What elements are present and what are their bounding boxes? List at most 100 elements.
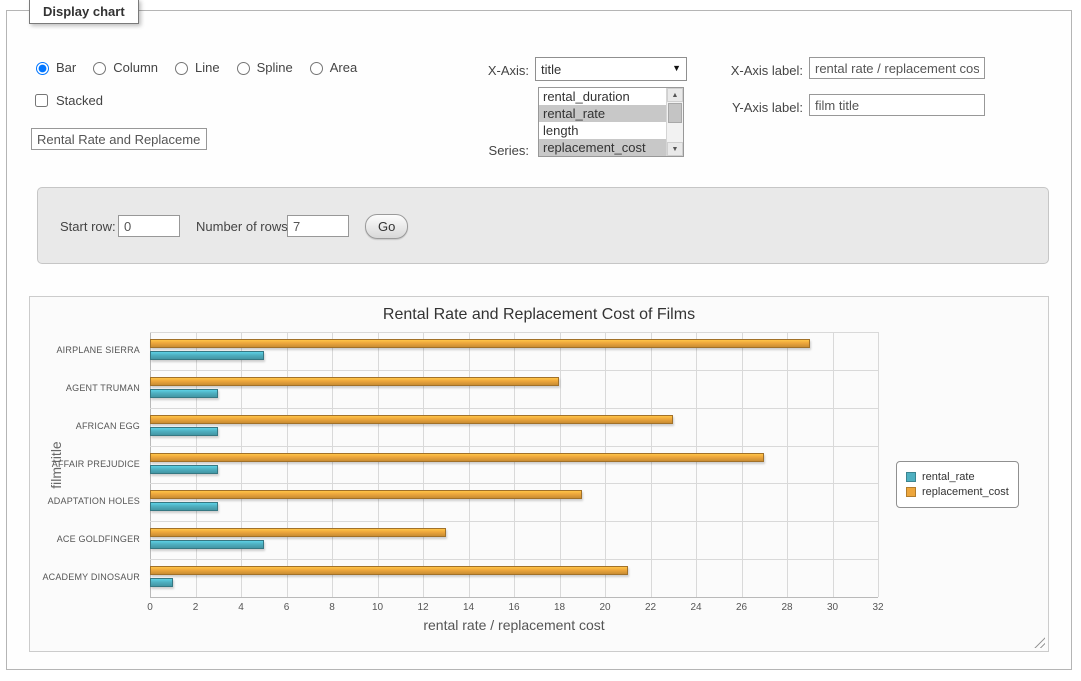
gridline [469, 332, 470, 597]
chart-title-input[interactable] [31, 128, 207, 150]
x-tick-label: 26 [736, 602, 747, 613]
series-listbox[interactable]: rental_durationrental_ratelengthreplacem… [538, 87, 684, 157]
gridline [150, 597, 878, 598]
x-tick-label: 0 [147, 602, 153, 613]
legend-swatch [906, 472, 916, 482]
bar-rental_rate[interactable] [150, 502, 218, 511]
chart-type-radiogroup: Bar Column Line Spline Area [31, 59, 357, 75]
gridline [150, 483, 878, 484]
bar-rental_rate[interactable] [150, 465, 218, 474]
x-axis-title: rental rate / replacement cost [423, 617, 604, 633]
series-scrollbar[interactable]: ▲ ▼ [666, 88, 683, 156]
bar-replacement_cost[interactable] [150, 490, 582, 499]
series-option[interactable]: replacement_cost [539, 139, 666, 156]
category-label: AGENT TRUMAN [30, 370, 140, 408]
x-tick-label: 22 [645, 602, 656, 613]
fieldset-legend: Display chart [29, 0, 139, 24]
category-label: AIRPLANE SIERRA [30, 332, 140, 370]
stacked-option[interactable]: Stacked [31, 91, 103, 110]
gridline [150, 559, 878, 560]
bar-rental_rate[interactable] [150, 578, 173, 587]
gridline [150, 370, 878, 371]
start-row-input[interactable] [118, 215, 180, 237]
num-rows-input[interactable] [287, 215, 349, 237]
gridline [150, 521, 878, 522]
chart-type-option[interactable]: Bar [31, 59, 76, 75]
y-axis-label-input[interactable] [809, 94, 985, 116]
x-tick-label: 8 [329, 602, 335, 613]
gridline [332, 332, 333, 597]
bar-replacement_cost[interactable] [150, 339, 810, 348]
gridline [241, 332, 242, 597]
x-tick-label: 12 [417, 602, 428, 613]
bar-rental_rate[interactable] [150, 540, 264, 549]
gridline [560, 332, 561, 597]
bar-replacement_cost[interactable] [150, 528, 446, 537]
bar-replacement_cost[interactable] [150, 566, 628, 575]
chart-type-option-label: Spline [257, 60, 293, 75]
scroll-down-icon[interactable]: ▼ [667, 142, 683, 156]
gridline [742, 332, 743, 597]
x-tick-label: 20 [599, 602, 610, 613]
stacked-label: Stacked [56, 93, 103, 108]
chart-type-option-label: Line [195, 60, 220, 75]
bar-replacement_cost[interactable] [150, 415, 673, 424]
gridline [833, 332, 834, 597]
chart-type-option-label: Area [330, 60, 357, 75]
category-label: ACADEMY DINOSAUR [30, 559, 140, 597]
rows-fieldset: Start row: Number of rows: Go [37, 187, 1049, 264]
legend-swatch [906, 487, 916, 497]
series-option[interactable]: rental_duration [539, 88, 666, 105]
gridline [696, 332, 697, 597]
bar-replacement_cost[interactable] [150, 453, 764, 462]
category-label: AFRICAN EGG [30, 408, 140, 446]
category-label: ADAPTATION HOLES [30, 483, 140, 521]
series-select-label: Series: [427, 143, 529, 158]
chart-type-radio[interactable] [310, 62, 323, 75]
start-row-label: Start row: [60, 219, 116, 234]
chart-type-option-label: Column [113, 60, 158, 75]
chart-title: Rental Rate and Replacement Cost of Film… [30, 306, 1048, 324]
bar-replacement_cost[interactable] [150, 377, 559, 386]
stacked-checkbox[interactable] [35, 94, 48, 107]
gridline [787, 332, 788, 597]
series-option[interactable]: length [539, 122, 666, 139]
resize-handle-icon[interactable] [1034, 637, 1045, 648]
x-axis-select-label: X-Axis: [427, 63, 529, 78]
x-tick-label: 30 [827, 602, 838, 613]
chart-type-radio[interactable] [175, 62, 188, 75]
gridline [878, 332, 879, 597]
chart-type-radio[interactable] [93, 62, 106, 75]
gridline [423, 332, 424, 597]
gridline [150, 446, 878, 447]
bar-rental_rate[interactable] [150, 389, 218, 398]
y-axis-title: film title [48, 415, 64, 515]
bar-rental_rate[interactable] [150, 351, 264, 360]
gridline [651, 332, 652, 597]
legend-item[interactable]: rental_rate [906, 471, 1009, 483]
legend-item[interactable]: replacement_cost [906, 486, 1009, 498]
chart-type-option[interactable]: Column [88, 59, 158, 75]
num-rows-label: Number of rows: [196, 219, 291, 234]
x-axis-label-input[interactable] [809, 57, 985, 79]
series-options: rental_durationrental_ratelengthreplacem… [539, 88, 666, 156]
chart-type-option[interactable]: Area [305, 59, 357, 75]
series-option[interactable]: rental_rate [539, 105, 666, 122]
x-tick-label: 28 [781, 602, 792, 613]
plot-area: 02468101214161820222426283032 [150, 332, 878, 597]
display-chart-fieldset: Display chart BarColumnLineSplineArea St… [6, 10, 1072, 670]
legend-label: replacement_cost [922, 486, 1009, 498]
chart-legend: rental_rate replacement_cost [896, 461, 1019, 508]
chart-type-option[interactable]: Line [170, 59, 220, 75]
chart-type-radio[interactable] [237, 62, 250, 75]
scrollbar-track[interactable] [667, 124, 683, 142]
go-button[interactable]: Go [365, 214, 408, 239]
chart-type-radio[interactable] [36, 62, 49, 75]
x-tick-label: 14 [463, 602, 474, 613]
bar-rental_rate[interactable] [150, 427, 218, 436]
gridline [287, 332, 288, 597]
chart-type-option[interactable]: Spline [232, 59, 293, 75]
page: Display chart Bar Column Line Spline Area St… [0, 0, 1081, 681]
x-tick-label: 18 [554, 602, 565, 613]
gridline [150, 408, 878, 409]
